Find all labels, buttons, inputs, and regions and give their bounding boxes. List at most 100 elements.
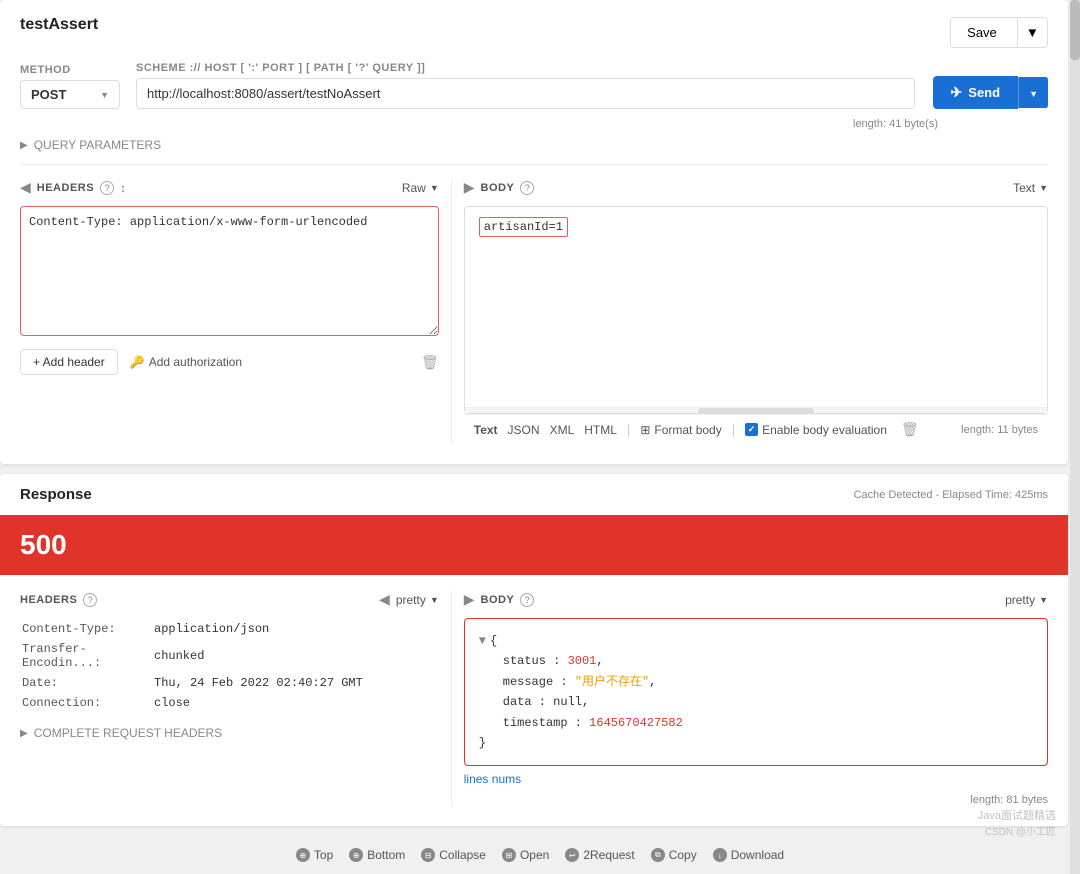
lines-nums-link[interactable]: lines nums (464, 772, 1048, 786)
body-collapse-button[interactable]: ▶ (464, 179, 475, 196)
key-icon: 🔑 (130, 355, 145, 369)
scrollbar-thumb[interactable] (1070, 0, 1080, 60)
request2-button[interactable]: ↩ 2Request (565, 848, 634, 862)
body-format-bar: Text JSON XML HTML | ⊞ Format body | ✓ E… (464, 414, 1048, 444)
top-button[interactable]: ⊕ Top (296, 848, 333, 862)
text-chevron-icon: ▼ (1039, 183, 1048, 193)
complete-headers-label: COMPLETE REQUEST HEADERS (34, 726, 222, 740)
copy-button[interactable]: ⧉ Copy (651, 848, 697, 862)
query-params-arrow-icon: ▶ (20, 140, 28, 151)
headers-section-header: ◀ HEADERS ? ↕ Raw ▼ (20, 179, 439, 196)
send-button-group: ✈ Send ▼ (933, 76, 1048, 109)
header-val-date: Thu, 24 Feb 2022 02:40:27 GMT (154, 674, 437, 692)
header-val-connection: close (154, 694, 437, 712)
format-body-button[interactable]: ⊞ Format body (640, 423, 721, 437)
method-select[interactable]: POST ▼ (20, 80, 120, 109)
headers-body-row: ◀ HEADERS ? ↕ Raw ▼ Content-Type: applic… (20, 164, 1048, 444)
table-row: Transfer-Encodin...: chunked (22, 640, 437, 672)
body-length: length: 11 bytes (961, 424, 1038, 436)
add-auth-button[interactable]: 🔑 Add authorization (130, 355, 242, 369)
header-val-content-type: application/json (154, 620, 437, 638)
open-button[interactable]: ⊞ Open (502, 848, 549, 862)
format-text-option[interactable]: Text (474, 423, 498, 437)
bottom-button[interactable]: ⊕ Bottom (349, 848, 405, 862)
body-textarea-container: artisanId=1 (464, 206, 1048, 414)
url-label: SCHEME :// HOST [ ':' PORT ] [ PATH [ '?… (136, 62, 915, 74)
response-headers-section: HEADERS ? ◀ pretty ▼ (20, 591, 452, 806)
scrollbar[interactable] (1070, 0, 1080, 874)
body-text-select-button[interactable]: Text ▼ (1013, 181, 1048, 195)
body-content[interactable]: artisanId=1 (465, 207, 1047, 407)
response-body-area: HEADERS ? ◀ pretty ▼ (0, 575, 1068, 826)
body-delete-icon[interactable]: 🗑 (901, 421, 919, 438)
response-body-pretty-select[interactable]: pretty ▼ (1005, 593, 1048, 607)
send-section: ✈ Send ▼ (933, 76, 1048, 109)
query-params-toggle[interactable]: ▶ QUERY PARAMETERS (20, 138, 1048, 152)
response-body-section-header: ▶ BODY ? pretty ▼ (464, 591, 1048, 608)
method-section: METHOD POST ▼ (20, 64, 120, 109)
send-dropdown-button[interactable]: ▼ (1018, 77, 1048, 108)
url-input[interactable] (136, 78, 915, 109)
response-body-label: BODY (481, 594, 515, 606)
response-json-box: ▼{ status : 3001, message : "用户不存在", dat… (464, 618, 1048, 766)
response-headers-collapse-button[interactable]: ◀ (379, 591, 390, 608)
query-params-label: QUERY PARAMETERS (34, 138, 161, 152)
response-body-section: ▶ BODY ? pretty ▼ ▼{ (452, 591, 1048, 806)
response-headers-table: Content-Type: application/json Transfer-… (20, 618, 439, 714)
header-key-date: Date: (22, 674, 152, 692)
send-button[interactable]: ✈ Send (933, 76, 1019, 109)
save-button[interactable]: Save (950, 17, 1017, 48)
pretty-chevron-icon: ▼ (430, 595, 439, 605)
header-key-content-type: Content-Type: (22, 620, 152, 638)
header-key-connection: Connection: (22, 694, 152, 712)
collapse-button[interactable]: ⊟ Collapse (421, 848, 486, 862)
response-title: Response (20, 486, 92, 503)
response-body-left: ▶ BODY ? (464, 591, 535, 608)
table-row: Content-Type: application/json (22, 620, 437, 638)
header-key-transfer-encoding: Transfer-Encodin...: (22, 640, 152, 672)
bottom-bar: ⊕ Top ⊕ Bottom ⊟ Collapse ⊞ Open ↩ 2Requ… (0, 836, 1080, 874)
headers-textarea[interactable]: Content-Type: application/x-www-form-url… (20, 206, 439, 336)
response-body-length: length: 81 bytes (464, 794, 1048, 806)
json-line-message: message : "用户不存在", (479, 672, 1033, 692)
headers-section: ◀ HEADERS ? ↕ Raw ▼ Content-Type: applic… (20, 179, 452, 444)
format-json-option[interactable]: JSON (508, 423, 540, 437)
enable-eval-toggle[interactable]: ✓ Enable body evaluation (745, 423, 887, 437)
format-html-option[interactable]: HTML (584, 423, 617, 437)
response-body-help-icon[interactable]: ? (520, 593, 534, 607)
headers-collapse-button[interactable]: ◀ (20, 179, 31, 196)
download-button[interactable]: ↓ Download (713, 848, 784, 862)
method-label: METHOD (20, 64, 120, 76)
response-headers-section-header: HEADERS ? ◀ pretty ▼ (20, 591, 439, 608)
table-row: Date: Thu, 24 Feb 2022 02:40:27 GMT (22, 674, 437, 692)
watermark-line2: CSDN @小工匠 (985, 823, 1056, 838)
headers-raw-button[interactable]: Raw ▼ (402, 181, 439, 195)
headers-help-icon[interactable]: ? (100, 181, 114, 195)
method-chevron-icon: ▼ (100, 90, 109, 100)
status-bar: 500 (0, 515, 1068, 575)
response-headers-pretty-select[interactable]: pretty ▼ (396, 593, 439, 607)
save-dropdown-button[interactable]: ▼ (1017, 17, 1048, 48)
complete-request-headers-toggle[interactable]: ▶ COMPLETE REQUEST HEADERS (20, 726, 439, 740)
response-body-collapse-button[interactable]: ▶ (464, 591, 475, 608)
response-hb-row: HEADERS ? ◀ pretty ▼ (20, 591, 1048, 806)
send-plane-icon: ✈ (951, 84, 963, 101)
download-icon: ↓ (713, 848, 727, 862)
format-icon: ⊞ (640, 423, 650, 437)
headers-trash-icon[interactable]: 🗑 (421, 354, 439, 371)
headers-sort-icon[interactable]: ↕ (120, 181, 126, 195)
body-help-icon[interactable]: ? (520, 181, 534, 195)
add-header-button[interactable]: + Add header (20, 349, 118, 375)
response-headers-help-icon[interactable]: ? (83, 593, 97, 607)
request-panel: testAssert Save ▼ METHOD POST ▼ (0, 0, 1068, 464)
json-line-open: ▼{ (479, 631, 1033, 651)
body-highlighted-text: artisanId=1 (479, 217, 568, 237)
main-container: testAssert Save ▼ METHOD POST ▼ (0, 0, 1080, 874)
json-line-close: } (479, 733, 1033, 753)
json-line-status: status : 3001, (479, 651, 1033, 671)
format-xml-option[interactable]: XML (550, 423, 575, 437)
enable-eval-checkbox[interactable]: ✓ (745, 423, 758, 436)
status-code: 500 (20, 529, 67, 560)
copy-icon: ⧉ (651, 848, 665, 862)
save-button-group: Save ▼ (950, 17, 1048, 48)
